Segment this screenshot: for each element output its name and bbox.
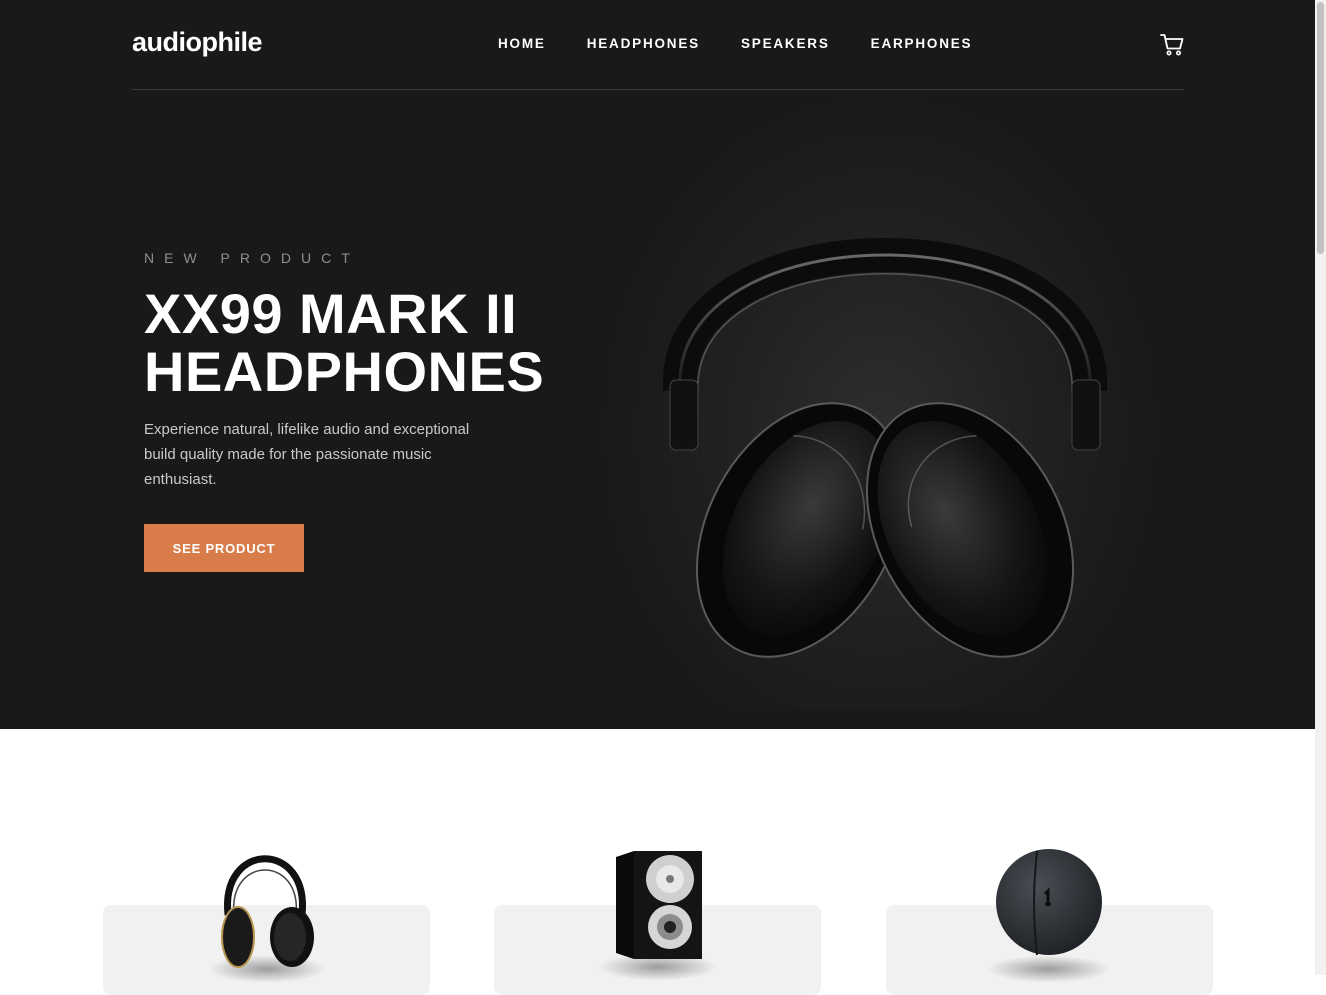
speaker-thumbnail <box>616 851 702 959</box>
hero-section: audiophile HOME HEADPHONES SPEAKERS EARP… <box>0 0 1315 729</box>
logo[interactable]: audiophile <box>132 27 263 58</box>
nav-earphones-link[interactable]: EARPHONES <box>871 36 973 51</box>
hero-description: Experience natural, lifelike audio and e… <box>144 421 470 488</box>
headphones-thumbnail <box>221 855 314 968</box>
nav-home-link[interactable]: HOME <box>498 36 546 51</box>
hero-title: XX99 MARK II HEADPHONES <box>144 285 604 401</box>
nav-headphones-link[interactable]: HEADPHONES <box>587 36 700 51</box>
scrollbar[interactable] <box>1315 0 1326 975</box>
nav-speakers-link[interactable]: SPEAKERS <box>741 36 830 51</box>
categories-section <box>0 729 1315 995</box>
hero-title-line-2: HEADPHONES <box>144 340 545 403</box>
hero-eyebrow: NEW PRODUCT <box>144 250 360 266</box>
hero-title-line-1: XX99 MARK II <box>144 282 518 345</box>
see-product-button[interactable]: SEE PRODUCT <box>144 524 304 572</box>
navbar: audiophile HOME HEADPHONES SPEAKERS EARP… <box>0 0 1315 90</box>
earphones-case-thumbnail <box>996 849 1102 956</box>
nav-links: HOME HEADPHONES SPEAKERS EARPHONES <box>498 36 972 51</box>
nav-divider <box>132 89 1184 90</box>
cart-icon[interactable] <box>1160 33 1184 56</box>
headphones-image <box>662 238 1108 658</box>
scrollbar-thumb[interactable] <box>1317 2 1324 254</box>
